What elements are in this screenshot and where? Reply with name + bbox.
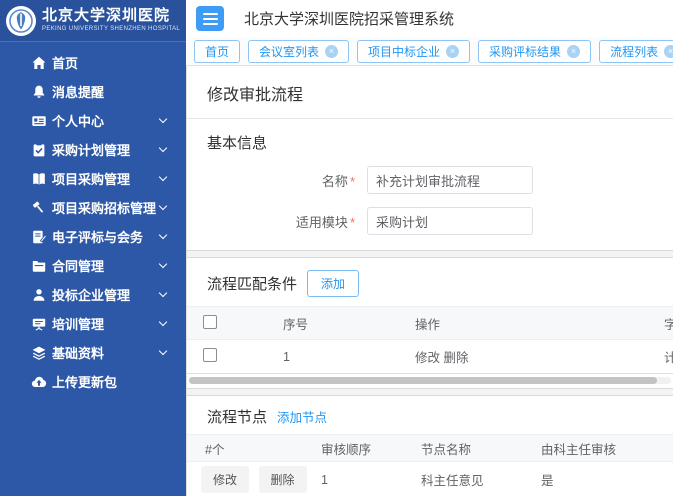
close-icon[interactable] — [567, 45, 580, 58]
table-row: 修改 删除 1 科主任意见 是 — [187, 462, 673, 496]
add-node-link[interactable]: 添加节点 — [277, 407, 327, 426]
presentation-icon — [31, 316, 47, 332]
basic-info-heading: 基本信息 — [207, 132, 653, 153]
chevron-down-icon — [159, 318, 167, 326]
hospital-name-en: PEKING UNIVERSITY SHENZHEN HOSPITAL — [42, 26, 180, 32]
flow-nodes-table: #个 审核顺序 节点名称 由科主任审核 修改 删除 1 — [187, 434, 673, 496]
document-edit-icon — [31, 229, 47, 245]
user-icon — [31, 287, 47, 303]
required-asterisk: * — [350, 215, 355, 230]
name-label: 名称 — [322, 174, 348, 189]
order-cell: 1 — [321, 462, 421, 496]
layers-icon — [31, 345, 47, 361]
chevron-down-icon — [159, 144, 167, 152]
hospital-name: 北京大学深圳医院 — [42, 8, 180, 24]
scrollbar-thumb[interactable] — [189, 377, 657, 384]
home-icon — [31, 55, 47, 71]
sidebar-item-personal-center[interactable]: 个人中心 — [0, 106, 186, 135]
chevron-down-icon — [159, 347, 167, 355]
delete-node-button[interactable]: 删除 — [259, 466, 307, 493]
section-divider — [187, 250, 673, 258]
chevron-down-icon — [159, 289, 167, 297]
sidebar-item-project-procurement[interactable]: 项目采购管理 — [0, 164, 186, 193]
edit-condition-link[interactable]: 修改 — [415, 351, 440, 365]
match-conditions-section: 流程匹配条件 添加 序号 操作 字 — [187, 258, 673, 384]
section-divider — [187, 388, 673, 396]
cloud-upload-icon — [31, 374, 47, 390]
node-name-cell: 科主任意见 — [421, 462, 541, 496]
bell-icon — [31, 84, 47, 100]
sidebar-item-upload-update[interactable]: 上传更新包 — [0, 367, 186, 396]
page-content: 修改审批流程 基本信息 名称* 适用模块* 流程匹配条件 添加 — [186, 66, 673, 496]
system-title: 北京大学深圳医院招采管理系统 — [244, 8, 454, 29]
tab-winning-enterprises[interactable]: 项目中标企业 — [357, 40, 470, 63]
chevron-down-icon — [159, 231, 167, 239]
close-icon[interactable] — [664, 45, 673, 58]
id-card-icon — [31, 113, 47, 129]
sidebar-item-procurement-plan[interactable]: 采购计划管理 — [0, 135, 186, 164]
sidebar: 北京大学深圳医院 PEKING UNIVERSITY SHENZHEN HOSP… — [0, 0, 186, 496]
module-label: 适用模块 — [296, 215, 348, 230]
column-action: 操作 — [415, 307, 664, 340]
close-icon[interactable] — [446, 45, 459, 58]
clipboard-check-icon — [31, 142, 47, 158]
horizontal-scrollbar[interactable] — [189, 377, 671, 384]
edit-node-button[interactable]: 修改 — [201, 466, 249, 493]
match-conditions-table: 序号 操作 字 1 修改 删除 计 — [187, 306, 673, 374]
table-row: 1 修改 删除 计 — [187, 340, 673, 374]
seq-cell: 1 — [283, 340, 415, 374]
column-order: 审核顺序 — [321, 435, 421, 462]
menu-toggle-button[interactable] — [196, 6, 224, 31]
page-title: 修改审批流程 — [207, 81, 653, 105]
flow-nodes-section: 流程节点 添加节点 #个 审核顺序 节点名称 由科主任审核 — [187, 396, 673, 496]
sidebar-item-basic-data[interactable]: 基础资料 — [0, 338, 186, 367]
delete-condition-link[interactable]: 删除 — [444, 351, 469, 365]
name-field[interactable] — [367, 166, 533, 194]
tab-home[interactable]: 首页 — [194, 40, 240, 63]
gavel-icon — [31, 200, 47, 216]
column-index: #个 — [187, 435, 321, 462]
flow-nodes-heading: 流程节点 — [207, 406, 267, 427]
hospital-emblem-icon — [5, 5, 37, 37]
tab-process-list[interactable]: 流程列表 — [599, 40, 673, 63]
folder-icon — [31, 258, 47, 274]
sidebar-item-messages[interactable]: 消息提醒 — [0, 77, 186, 106]
match-conditions-heading: 流程匹配条件 — [207, 273, 297, 294]
sidebar-item-e-evaluation[interactable]: 电子评标与会务 — [0, 222, 186, 251]
partial-cell: 计 — [664, 340, 673, 374]
sidebar-item-bidder-enterprises[interactable]: 投标企业管理 — [0, 280, 186, 309]
dept-review-cell: 是 — [541, 462, 673, 496]
required-asterisk: * — [350, 174, 355, 189]
column-dept-review: 由科主任审核 — [541, 435, 673, 462]
tab-bar: 首页 会议室列表 项目中标企业 采购评标结果 流程列表 流程 — [186, 37, 673, 66]
chevron-down-icon — [159, 202, 167, 210]
add-condition-button[interactable]: 添加 — [307, 270, 359, 297]
app-window: 北京大学深圳医院 PEKING UNIVERSITY SHENZHEN HOSP… — [0, 0, 673, 496]
sidebar-item-contract-management[interactable]: 合同管理 — [0, 251, 186, 280]
select-all-checkbox[interactable] — [203, 315, 217, 329]
tab-evaluation-results[interactable]: 采购评标结果 — [478, 40, 591, 63]
book-icon — [31, 171, 47, 187]
hospital-logo: 北京大学深圳医院 PEKING UNIVERSITY SHENZHEN HOSP… — [0, 0, 186, 42]
chevron-down-icon — [159, 260, 167, 268]
sidebar-item-bidding-management[interactable]: 项目采购招标管理 — [0, 193, 186, 222]
top-bar: 北京大学深圳医院招采管理系统 — [186, 0, 673, 37]
sidebar-item-training-management[interactable]: 培训管理 — [0, 309, 186, 338]
close-icon[interactable] — [325, 45, 338, 58]
sidebar-menu: 首页 消息提醒 个人中心 采购计划管理 — [0, 42, 186, 396]
chevron-down-icon — [159, 173, 167, 181]
row-checkbox[interactable] — [203, 348, 217, 362]
chevron-down-icon — [159, 115, 167, 123]
column-partial: 字 — [664, 307, 673, 340]
sidebar-item-home[interactable]: 首页 — [0, 48, 186, 77]
basic-info-section: 基本信息 名称* 适用模块* — [187, 119, 673, 250]
main-area: 北京大学深圳医院招采管理系统 首页 会议室列表 项目中标企业 采购评标结果 流程… — [186, 0, 673, 496]
tab-meeting-room-list[interactable]: 会议室列表 — [248, 40, 349, 63]
column-node-name: 节点名称 — [421, 435, 541, 462]
module-field[interactable] — [367, 207, 533, 235]
column-seq: 序号 — [283, 307, 415, 340]
